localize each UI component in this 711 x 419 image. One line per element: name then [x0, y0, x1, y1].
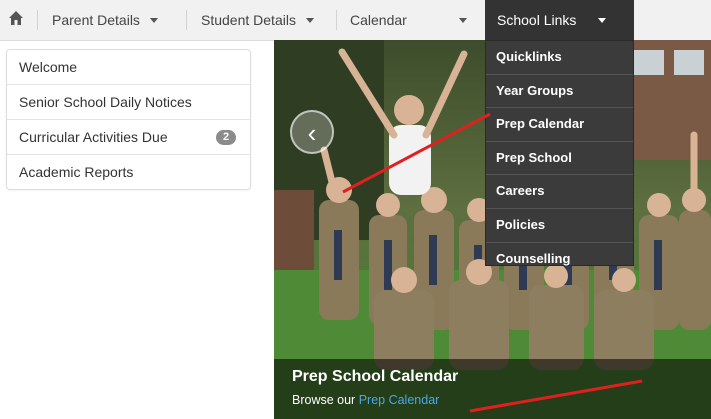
menu-item-counselling[interactable]: Counselling [486, 243, 633, 276]
nav-school-links-label: School Links [497, 12, 577, 28]
nav-calendar[interactable]: Calendar [350, 0, 467, 40]
hero-caption: Prep School Calendar Browse our Prep Cal… [274, 359, 711, 419]
caption-prefix: Browse our [292, 393, 359, 407]
chevron-left-icon: ‹ [307, 118, 317, 148]
nav-divider [37, 10, 38, 30]
nav-divider [336, 10, 337, 30]
chevron-down-icon [458, 17, 467, 23]
nav-parent-details[interactable]: Parent Details [52, 0, 158, 40]
chevron-down-icon [598, 17, 607, 23]
nav-divider [186, 10, 187, 30]
carousel-prev-button[interactable]: ‹ [290, 110, 334, 154]
menu-item-quicklinks[interactable]: Quicklinks [486, 41, 633, 75]
sidebar-item-label: Curricular Activities Due [19, 129, 168, 145]
sidebar-item-label: Welcome [19, 59, 78, 75]
prep-calendar-link[interactable]: Prep Calendar [359, 393, 440, 407]
menu-item-careers[interactable]: Careers [486, 175, 633, 209]
nav-parent-details-label: Parent Details [52, 12, 140, 28]
count-badge: 2 [216, 130, 236, 145]
top-navbar: Parent Details Student Details Calendar … [0, 0, 711, 41]
chevron-down-icon [149, 17, 158, 23]
nav-school-links[interactable]: School Links [485, 0, 634, 40]
nav-student-details-label: Student Details [201, 12, 296, 28]
nav-student-details[interactable]: Student Details [201, 0, 314, 40]
sidebar-item-daily-notices[interactable]: Senior School Daily Notices [7, 85, 250, 120]
sidebar-item-label: Academic Reports [19, 164, 134, 180]
caption-title: Prep School Calendar [292, 368, 459, 385]
caption-text: Browse our Prep Calendar [292, 393, 439, 407]
sidebar-item-academic-reports[interactable]: Academic Reports [7, 155, 250, 189]
menu-item-policies[interactable]: Policies [486, 209, 633, 243]
menu-item-prep-school[interactable]: Prep School [486, 142, 633, 176]
sidebar-item-curricular-activities[interactable]: Curricular Activities Due 2 [7, 120, 250, 155]
sidebar-item-label: Senior School Daily Notices [19, 94, 192, 110]
menu-item-prep-calendar[interactable]: Prep Calendar [486, 108, 633, 142]
sidebar-panel: Welcome Senior School Daily Notices Curr… [6, 49, 251, 190]
chevron-down-icon [305, 17, 314, 23]
home-icon[interactable] [8, 10, 24, 28]
nav-calendar-label: Calendar [350, 12, 407, 28]
menu-item-year-groups[interactable]: Year Groups [486, 75, 633, 109]
school-links-dropdown: Quicklinks Year Groups Prep Calendar Pre… [485, 40, 634, 266]
sidebar-item-welcome[interactable]: Welcome [7, 50, 250, 85]
